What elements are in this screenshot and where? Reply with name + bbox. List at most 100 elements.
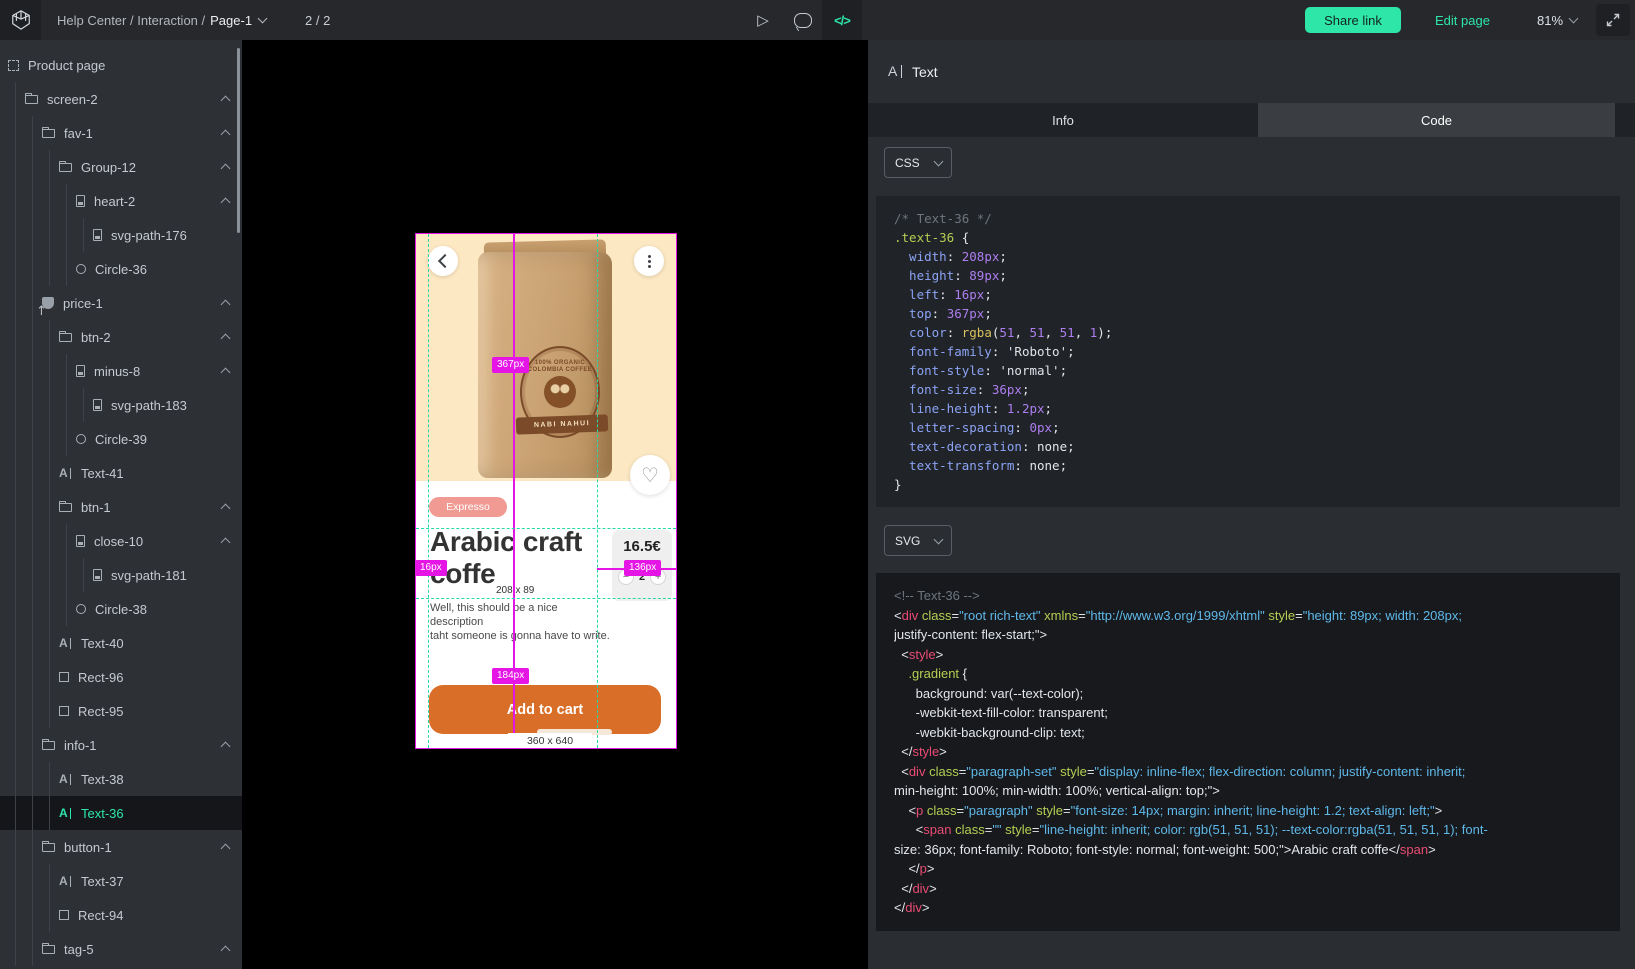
folder-layer-icon	[59, 163, 72, 172]
screen-frame[interactable]: 100% ORGANIC COLOMBIA COFFEE NABI NAHUI …	[416, 234, 676, 748]
layer-row-info-1[interactable]: info-1	[0, 728, 242, 762]
layer-row-button-1[interactable]: button-1	[0, 830, 242, 864]
layer-row-svg-path-183[interactable]: svg-path-183	[0, 388, 242, 422]
layer-row-btn-2[interactable]: btn-2	[0, 320, 242, 354]
code-line: text-decoration: none;	[894, 437, 1602, 456]
text-layer-icon: A	[59, 773, 72, 786]
design-canvas[interactable]: 100% ORGANIC COLOMBIA COFFEE NABI NAHUI …	[242, 40, 868, 969]
bottom-selection-guide	[416, 598, 676, 599]
layer-row-fav-1[interactable]: fav-1	[0, 116, 242, 150]
measurement-right-label: 136px	[624, 560, 661, 576]
indent-guide	[32, 320, 33, 354]
more-menu-button[interactable]	[634, 246, 664, 276]
sidebar-scrollbar[interactable]	[237, 48, 240, 233]
svg-select-value: SVG	[895, 534, 920, 548]
layer-label: Text-36	[81, 806, 124, 821]
preview-play-button[interactable]: ▷	[744, 0, 782, 40]
code-icon: </>	[834, 13, 850, 28]
chevron-up-icon[interactable]	[221, 742, 231, 752]
chevron-up-icon[interactable]	[221, 96, 231, 106]
svg-layer-icon	[76, 535, 85, 547]
layer-row-minus-8[interactable]: minus-8	[0, 354, 242, 388]
chevron-down-icon[interactable]	[258, 14, 268, 24]
fullscreen-button[interactable]	[1596, 4, 1630, 36]
code-line: .text-36 {	[894, 228, 1602, 247]
product-description[interactable]: Well, this should be a nice description …	[430, 601, 610, 643]
layer-row-close-10[interactable]: close-10	[0, 524, 242, 558]
chevron-up-icon[interactable]	[221, 130, 231, 140]
tab-info[interactable]: Info	[868, 103, 1258, 137]
layer-row-heart-2[interactable]: heart-2	[0, 184, 242, 218]
indent-guide	[49, 490, 50, 524]
tab-code[interactable]: Code	[1258, 103, 1615, 137]
layer-row-circle-39[interactable]: Circle-39	[0, 422, 242, 456]
indent-guide	[15, 218, 16, 252]
indent-guide	[32, 830, 33, 864]
chevron-up-icon[interactable]	[221, 368, 231, 378]
edit-page-link[interactable]: Edit page	[1435, 0, 1490, 40]
layer-row-text-36[interactable]: AText-36	[0, 796, 242, 830]
chevron-up-icon[interactable]	[221, 334, 231, 344]
code-line: top: 367px;	[894, 304, 1602, 323]
indent-guide	[49, 150, 50, 184]
add-to-cart-button[interactable]: Add to cart	[429, 685, 661, 734]
indent-guide	[49, 524, 50, 558]
layer-row-text-40[interactable]: AText-40	[0, 626, 242, 660]
favorite-button[interactable]: ♡	[630, 455, 670, 495]
layer-row-text-37[interactable]: AText-37	[0, 864, 242, 898]
indent-guide	[32, 864, 33, 898]
zoom-level-dropdown[interactable]: 81%	[1537, 0, 1577, 40]
tabbar-right-strip	[1615, 103, 1635, 137]
layer-row-svg-path-176[interactable]: svg-path-176	[0, 218, 242, 252]
share-link-button[interactable]: Share link	[1305, 7, 1401, 33]
indent-guide	[32, 762, 33, 796]
chevron-up-icon[interactable]	[221, 946, 231, 956]
indent-guide	[32, 898, 33, 932]
indent-guide	[15, 456, 16, 490]
instance-source-arrow-icon: ↑	[36, 304, 47, 319]
text-layer-icon: A	[59, 875, 72, 888]
chevron-up-icon[interactable]	[221, 538, 231, 548]
chevron-left-icon	[437, 254, 451, 268]
layer-row-text-41[interactable]: AText-41	[0, 456, 242, 490]
layer-row-rect-96[interactable]: Rect-96	[0, 660, 242, 694]
product-title[interactable]: Arabic craft coffe	[430, 526, 610, 590]
chevron-up-icon[interactable]	[221, 504, 231, 514]
code-mode-button[interactable]: </>	[822, 0, 862, 40]
layer-row-circle-38[interactable]: Circle-38	[0, 592, 242, 626]
indent-guide	[49, 320, 50, 354]
indent-guide	[66, 218, 67, 252]
chevron-up-icon[interactable]	[221, 300, 231, 310]
layer-row-tag-5[interactable]: tag-5	[0, 932, 242, 966]
frame-layer-icon	[8, 60, 19, 71]
product-tag[interactable]: Expresso	[429, 497, 507, 517]
file-layer-icon	[93, 399, 102, 411]
code-line: }	[894, 475, 1602, 494]
layer-row-rect-95[interactable]: Rect-95	[0, 694, 242, 728]
inspector-panel: A Text Info Code CSS /* Text-36 */.text-…	[868, 40, 1635, 969]
app-logo[interactable]	[0, 0, 41, 40]
back-button[interactable]	[428, 246, 458, 276]
layer-row-product page[interactable]: Product page	[0, 48, 242, 82]
css-language-select[interactable]: CSS	[884, 147, 952, 178]
indent-guide	[49, 592, 50, 626]
indent-guide	[32, 660, 33, 694]
layer-label: Product page	[28, 58, 105, 73]
layer-label: Group-12	[81, 160, 136, 175]
layer-row-group-12[interactable]: Group-12	[0, 150, 242, 184]
indent-guide	[15, 82, 16, 116]
layer-row-circle-36[interactable]: Circle-36	[0, 252, 242, 286]
breadcrumb[interactable]: Help Center / Interaction / Page-1	[57, 0, 266, 40]
code-line: height: 89px;	[894, 266, 1602, 285]
layer-row-screen-2[interactable]: screen-2	[0, 82, 242, 116]
svg-language-select[interactable]: SVG	[884, 525, 952, 556]
comments-button[interactable]	[784, 0, 822, 40]
layer-row-text-38[interactable]: AText-38	[0, 762, 242, 796]
layer-row-rect-94[interactable]: Rect-94	[0, 898, 242, 932]
chevron-up-icon[interactable]	[221, 198, 231, 208]
chevron-up-icon[interactable]	[221, 844, 231, 854]
layer-row-btn-1[interactable]: btn-1	[0, 490, 242, 524]
file-layer-icon	[93, 569, 102, 581]
layer-row-svg-path-181[interactable]: svg-path-181	[0, 558, 242, 592]
chevron-up-icon[interactable]	[221, 164, 231, 174]
